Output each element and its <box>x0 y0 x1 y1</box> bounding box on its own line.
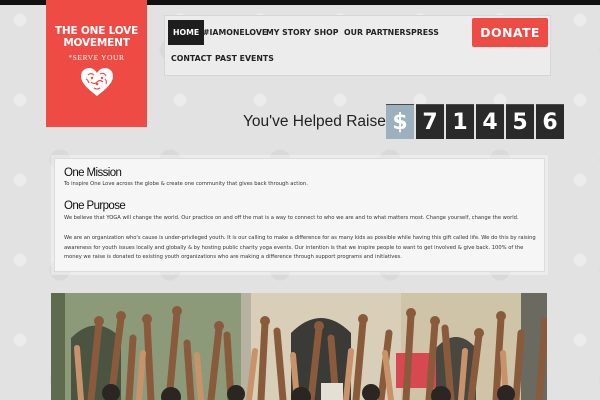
nav-item-past-events[interactable]: PAST EVENTS <box>215 46 274 71</box>
nav-item-press[interactable]: PRESS <box>411 20 439 45</box>
nav-item-shop[interactable]: SHOP <box>314 20 338 45</box>
site-logo[interactable]: THE ONE LOVE MOVEMENT *SERVE YOUR <box>46 0 147 127</box>
logo-title-line1: THE ONE LOVE <box>54 25 139 37</box>
logo-title: THE ONE LOVE MOVEMENT <box>46 25 147 49</box>
raised-label: You've Helped Raise! <box>243 113 391 130</box>
nav-item-iamonelove[interactable]: #IAMONELOVE <box>203 20 267 45</box>
logo-tagline: *SERVE YOUR <box>68 53 125 62</box>
purpose-text-1: We believe that YOGA will change the wor… <box>64 215 519 221</box>
purpose-heading: One Purpose <box>64 200 126 212</box>
logo-title-line2: MOVEMENT <box>63 37 130 49</box>
mission-text: To inspire One Love across the globe & c… <box>64 181 308 187</box>
counter-digit: 4 <box>476 104 504 139</box>
purpose-text-2: We are an organization who's cause is un… <box>64 235 536 261</box>
nav-item-my-story[interactable]: MY STORY <box>266 20 311 45</box>
counter-currency: $ <box>386 104 414 139</box>
counter-digit: 5 <box>506 104 534 139</box>
mission-heading: One Mission <box>64 167 122 179</box>
nav-item-our-partners[interactable]: OUR PARTNERS <box>344 20 411 45</box>
counter-digit: 6 <box>536 104 564 139</box>
nav-item-home[interactable]: HOME <box>168 20 205 45</box>
donate-button[interactable]: DONATE <box>472 18 548 47</box>
hero-photo <box>51 293 547 400</box>
nav-item-contact[interactable]: CONTACT <box>171 46 212 71</box>
counter-digit: 7 <box>416 104 444 139</box>
mission-panel: One Mission To inspire One Love across t… <box>54 158 545 272</box>
heart-icon <box>80 68 113 96</box>
counter-digit: 1 <box>446 104 474 139</box>
